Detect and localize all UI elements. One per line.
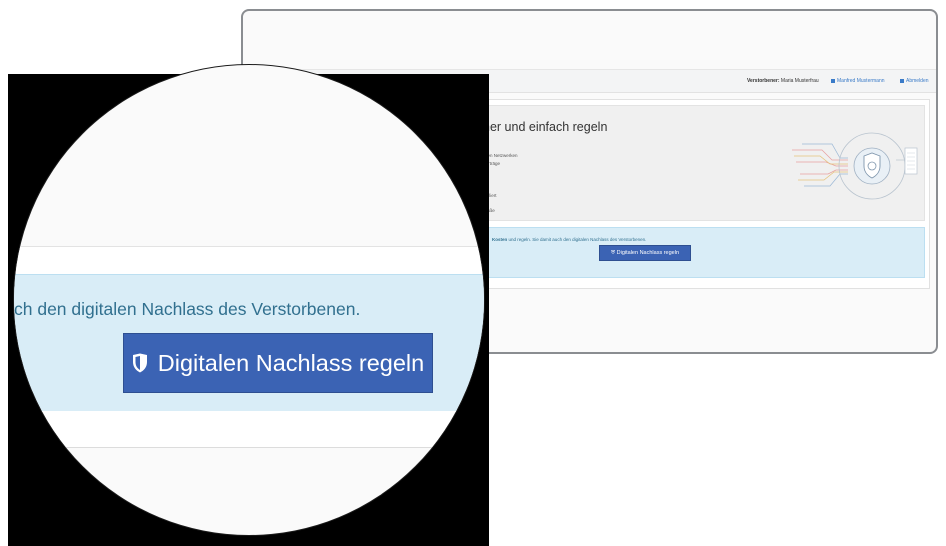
panel-footer-gap	[14, 411, 484, 447]
info-bold: Kosten	[492, 237, 508, 242]
shield-network-illustration	[792, 132, 918, 200]
deceased-name: Maria Musterfrau	[780, 78, 819, 84]
divider	[14, 447, 484, 448]
info-text: und regeln. Sie damit auch den digitalen…	[508, 237, 647, 242]
deceased-label: Verstorbener:	[747, 78, 780, 84]
magnifier-lens: ch den digitalen Nachlass des Verstorben…	[14, 65, 484, 535]
user-icon	[831, 78, 835, 83]
logout-icon	[900, 78, 904, 83]
user-menu-link[interactable]: Manfred Mustermann	[831, 78, 885, 84]
logout-label: Abmelden	[906, 78, 929, 84]
magnified-info-band: ch den digitalen Nachlass des Verstorben…	[14, 274, 484, 412]
shield-icon: ⛨	[610, 250, 616, 256]
shield-icon	[132, 353, 148, 373]
panel-gap	[14, 247, 484, 274]
deceased-info: Verstorbener: Maria Musterfrau	[747, 78, 819, 84]
regulate-estate-button[interactable]: Digitalen Nachlass regeln	[123, 333, 433, 393]
jumbotron-headline: her und einfach regeln	[483, 120, 608, 134]
logout-link[interactable]: Abmelden	[900, 78, 929, 84]
button-label: Digitalen Nachlass regeln	[157, 349, 425, 376]
info-text-line: Kosten und regeln. Sie damit auch den di…	[492, 237, 646, 242]
user-name: Manfred Mustermann	[837, 78, 885, 84]
button-label: Digitalen Nachlass regeln	[616, 250, 680, 256]
regulate-estate-button-small[interactable]: ⛨ Digitalen Nachlass regeln	[599, 245, 691, 261]
magnified-info-text: ch den digitalen Nachlass des Verstorben…	[14, 299, 361, 319]
